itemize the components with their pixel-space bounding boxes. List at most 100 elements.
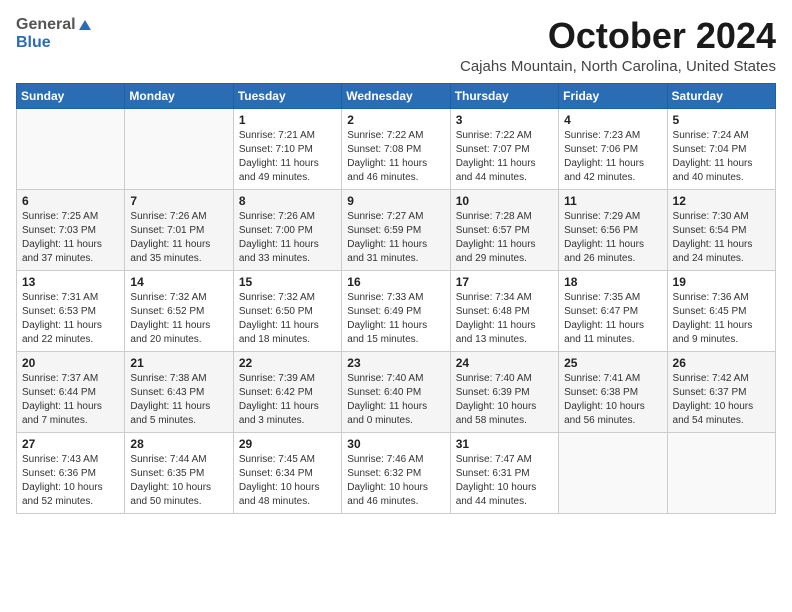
calendar-cell: 16 Sunrise: 7:33 AMSunset: 6:49 PMDayligh… xyxy=(342,270,450,351)
day-info: Sunrise: 7:46 AMSunset: 6:32 PMDaylight:… xyxy=(347,453,444,509)
day-number: 27 xyxy=(22,437,119,451)
day-number: 9 xyxy=(347,194,444,208)
calendar-week-row: 27 Sunrise: 7:43 AMSunset: 6:36 PMDayligh… xyxy=(17,432,776,513)
calendar-week-row: 13 Sunrise: 7:31 AMSunset: 6:53 PMDayligh… xyxy=(17,270,776,351)
day-info: Sunrise: 7:35 AMSunset: 6:47 PMDaylight:… xyxy=(564,291,661,347)
calendar-cell: 9 Sunrise: 7:27 AMSunset: 6:59 PMDaylight… xyxy=(342,189,450,270)
day-number: 26 xyxy=(673,356,770,370)
weekday-header-sunday: Sunday xyxy=(17,83,125,108)
calendar-cell: 6Sunrise: 7:25 AMSunset: 7:03 PMDaylight… xyxy=(17,189,125,270)
calendar-cell: 21Sunrise: 7:38 AMSunset: 6:43 PMDayligh… xyxy=(125,351,233,432)
day-info: Sunrise: 7:41 AMSunset: 6:38 PMDaylight:… xyxy=(564,372,661,428)
logo-general-text: General xyxy=(16,16,76,34)
day-info: Sunrise: 7:26 AMSunset: 7:00 PMDaylight:… xyxy=(239,210,336,266)
calendar-cell: 25Sunrise: 7:41 AMSunset: 6:38 PMDayligh… xyxy=(559,351,667,432)
day-info: Sunrise: 7:42 AMSunset: 6:37 PMDaylight:… xyxy=(673,372,770,428)
day-number: 17 xyxy=(456,275,553,289)
day-number: 29 xyxy=(239,437,336,451)
day-info: Sunrise: 7:39 AMSunset: 6:42 PMDaylight:… xyxy=(239,372,336,428)
calendar-cell xyxy=(667,432,775,513)
calendar-cell: 23Sunrise: 7:40 AMSunset: 6:40 PMDayligh… xyxy=(342,351,450,432)
day-number: 8 xyxy=(239,194,336,208)
day-info: Sunrise: 7:44 AMSunset: 6:35 PMDaylight:… xyxy=(130,453,227,509)
calendar-cell: 5Sunrise: 7:24 AMSunset: 7:04 PMDaylight… xyxy=(667,108,775,189)
day-info: Sunrise: 7:26 AMSunset: 7:01 PMDaylight:… xyxy=(130,210,227,266)
logo: General Blue xyxy=(16,16,93,52)
day-number: 31 xyxy=(456,437,553,451)
calendar-cell: 2 Sunrise: 7:22 AMSunset: 7:08 PMDaylight… xyxy=(342,108,450,189)
calendar-cell: 17 Sunrise: 7:34 AMSunset: 6:48 PMDayligh… xyxy=(450,270,558,351)
day-number: 4 xyxy=(564,113,661,127)
day-number: 1 xyxy=(239,113,336,127)
day-info: Sunrise: 7:45 AMSunset: 6:34 PMDaylight:… xyxy=(239,453,336,509)
weekday-header-saturday: Saturday xyxy=(667,83,775,108)
day-info: Sunrise: 7:28 AMSunset: 6:57 PMDaylight:… xyxy=(456,210,553,266)
weekday-header-row: SundayMondayTuesdayWednesdayThursdayFrid… xyxy=(17,83,776,108)
calendar-cell: 11 Sunrise: 7:29 AMSunset: 6:56 PMDayligh… xyxy=(559,189,667,270)
day-info: Sunrise: 7:31 AMSunset: 6:53 PMDaylight:… xyxy=(22,291,119,347)
calendar-cell: 22 Sunrise: 7:39 AMSunset: 6:42 PMDayligh… xyxy=(233,351,341,432)
day-info: Sunrise: 7:34 AMSunset: 6:48 PMDaylight:… xyxy=(456,291,553,347)
calendar-cell: 10 Sunrise: 7:28 AMSunset: 6:57 PMDayligh… xyxy=(450,189,558,270)
day-number: 11 xyxy=(564,194,661,208)
day-number: 30 xyxy=(347,437,444,451)
calendar-cell: 26 Sunrise: 7:42 AMSunset: 6:37 PMDayligh… xyxy=(667,351,775,432)
day-info: Sunrise: 7:23 AMSunset: 7:06 PMDaylight:… xyxy=(564,129,661,185)
day-number: 14 xyxy=(130,275,227,289)
day-number: 3 xyxy=(456,113,553,127)
day-number: 15 xyxy=(239,275,336,289)
calendar-cell: 12 Sunrise: 7:30 AMSunset: 6:54 PMDayligh… xyxy=(667,189,775,270)
day-number: 16 xyxy=(347,275,444,289)
page-header: General Blue October 2024 Cajahs Mountai… xyxy=(16,16,776,75)
calendar-cell: 4 Sunrise: 7:23 AMSunset: 7:06 PMDaylight… xyxy=(559,108,667,189)
calendar-cell: 30 Sunrise: 7:46 AMSunset: 6:32 PMDayligh… xyxy=(342,432,450,513)
day-number: 28 xyxy=(130,437,227,451)
calendar-cell: 7Sunrise: 7:26 AMSunset: 7:01 PMDaylight… xyxy=(125,189,233,270)
day-info: Sunrise: 7:37 AMSunset: 6:44 PMDaylight:… xyxy=(22,372,119,428)
calendar-cell: 27 Sunrise: 7:43 AMSunset: 6:36 PMDayligh… xyxy=(17,432,125,513)
calendar-cell: 8 Sunrise: 7:26 AMSunset: 7:00 PMDaylight… xyxy=(233,189,341,270)
logo-blue-text: Blue xyxy=(16,34,51,52)
calendar-cell: 20Sunrise: 7:37 AMSunset: 6:44 PMDayligh… xyxy=(17,351,125,432)
day-number: 2 xyxy=(347,113,444,127)
calendar-cell xyxy=(559,432,667,513)
day-info: Sunrise: 7:29 AMSunset: 6:56 PMDaylight:… xyxy=(564,210,661,266)
day-number: 24 xyxy=(456,356,553,370)
calendar-cell: 13 Sunrise: 7:31 AMSunset: 6:53 PMDayligh… xyxy=(17,270,125,351)
day-number: 6 xyxy=(22,194,119,208)
day-info: Sunrise: 7:24 AMSunset: 7:04 PMDaylight:… xyxy=(673,129,770,185)
weekday-header-tuesday: Tuesday xyxy=(233,83,341,108)
day-number: 13 xyxy=(22,275,119,289)
calendar-week-row: 20Sunrise: 7:37 AMSunset: 6:44 PMDayligh… xyxy=(17,351,776,432)
day-info: Sunrise: 7:27 AMSunset: 6:59 PMDaylight:… xyxy=(347,210,444,266)
calendar-cell: 28 Sunrise: 7:44 AMSunset: 6:35 PMDayligh… xyxy=(125,432,233,513)
calendar-cell xyxy=(17,108,125,189)
day-info: Sunrise: 7:40 AMSunset: 6:40 PMDaylight:… xyxy=(347,372,444,428)
calendar-cell: 14 Sunrise: 7:32 AMSunset: 6:52 PMDayligh… xyxy=(125,270,233,351)
location-title: Cajahs Mountain, North Carolina, United … xyxy=(460,58,776,75)
day-number: 10 xyxy=(456,194,553,208)
day-info: Sunrise: 7:47 AMSunset: 6:31 PMDaylight:… xyxy=(456,453,553,509)
weekday-header-thursday: Thursday xyxy=(450,83,558,108)
day-number: 22 xyxy=(239,356,336,370)
day-number: 19 xyxy=(673,275,770,289)
calendar-week-row: 6Sunrise: 7:25 AMSunset: 7:03 PMDaylight… xyxy=(17,189,776,270)
day-info: Sunrise: 7:22 AMSunset: 7:08 PMDaylight:… xyxy=(347,129,444,185)
calendar-cell: 19Sunrise: 7:36 AMSunset: 6:45 PMDayligh… xyxy=(667,270,775,351)
day-info: Sunrise: 7:43 AMSunset: 6:36 PMDaylight:… xyxy=(22,453,119,509)
day-info: Sunrise: 7:30 AMSunset: 6:54 PMDaylight:… xyxy=(673,210,770,266)
weekday-header-monday: Monday xyxy=(125,83,233,108)
calendar-cell: 29 Sunrise: 7:45 AMSunset: 6:34 PMDayligh… xyxy=(233,432,341,513)
calendar-table: SundayMondayTuesdayWednesdayThursdayFrid… xyxy=(16,83,776,514)
title-section: October 2024 Cajahs Mountain, North Caro… xyxy=(460,16,776,75)
month-title: October 2024 xyxy=(460,16,776,56)
day-info: Sunrise: 7:33 AMSunset: 6:49 PMDaylight:… xyxy=(347,291,444,347)
calendar-week-row: 1 Sunrise: 7:21 AMSunset: 7:10 PMDaylight… xyxy=(17,108,776,189)
day-number: 18 xyxy=(564,275,661,289)
day-info: Sunrise: 7:22 AMSunset: 7:07 PMDaylight:… xyxy=(456,129,553,185)
calendar-cell: 15Sunrise: 7:32 AMSunset: 6:50 PMDayligh… xyxy=(233,270,341,351)
day-info: Sunrise: 7:21 AMSunset: 7:10 PMDaylight:… xyxy=(239,129,336,185)
day-number: 12 xyxy=(673,194,770,208)
day-info: Sunrise: 7:32 AMSunset: 6:52 PMDaylight:… xyxy=(130,291,227,347)
weekday-header-friday: Friday xyxy=(559,83,667,108)
